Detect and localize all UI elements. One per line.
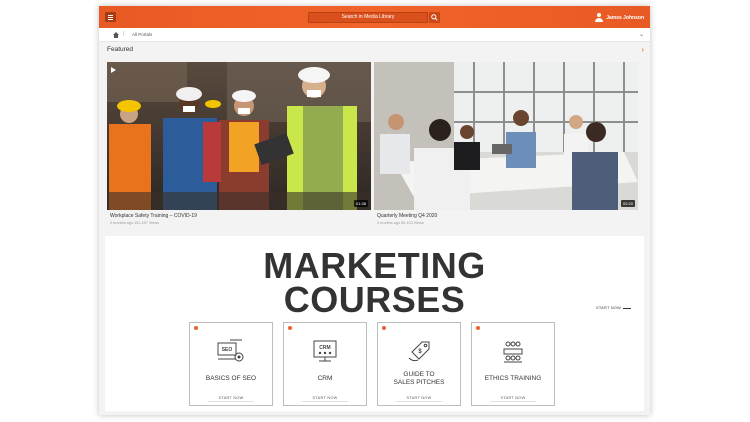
status-dot <box>476 326 480 330</box>
meeting-table-icon <box>503 341 523 363</box>
featured-heading: Featured <box>107 46 134 53</box>
search-icon <box>431 14 438 21</box>
start-now-button[interactable]: START NOW <box>190 396 272 402</box>
chevron-right-icon[interactable]: › <box>641 45 644 54</box>
construction-workers-image <box>107 62 371 210</box>
video-title[interactable]: Quarterly Meeting Q4 2020 <box>377 213 437 219</box>
video-duration: 01:38 <box>353 200 368 207</box>
hamburger-menu-icon[interactable] <box>105 12 116 22</box>
start-now-button[interactable]: START NOW <box>378 396 460 402</box>
price-tag-icon: $ <box>408 341 430 362</box>
status-dot <box>382 326 386 330</box>
seo-gear-icon: SEO <box>217 339 244 362</box>
user-name: James Johnson <box>606 14 644 21</box>
course-title: GUIDE TO <box>403 371 435 378</box>
video-duration: 02:20 <box>620 200 635 207</box>
search-input[interactable]: Search in Media Library <box>308 12 428 23</box>
marketing-courses-section: MARKETING COURSES START NOW SEO BASICS O… <box>105 236 644 411</box>
video-card[interactable]: 02:20 Quarterly Meeting Q4 2020 3 months… <box>374 62 638 228</box>
breadcrumb: | All Portals ⌄ <box>99 28 650 42</box>
home-icon[interactable] <box>113 32 119 38</box>
course-title-line2: SALES PITCHES <box>393 379 445 386</box>
video-meta: 2 months ago 151,457 Views <box>110 221 159 225</box>
video-thumbnail[interactable]: 01:38 <box>107 62 371 210</box>
play-icon[interactable] <box>111 67 116 73</box>
video-title[interactable]: Workplace Safety Training – COVID-19 <box>110 213 197 219</box>
search-button[interactable] <box>429 12 440 23</box>
course-card-sales-pitches[interactable]: $ GUIDE TO SALES PITCHES START NOW <box>377 322 461 406</box>
course-title: CRM <box>317 375 333 382</box>
user-menu[interactable]: James Johnson <box>595 12 644 23</box>
course-card-ethics[interactable]: ETHICS TRAINING START NOW <box>471 322 555 406</box>
svg-text:$: $ <box>418 349 422 355</box>
courses-heading: COURSES <box>283 279 466 320</box>
course-card-seo[interactable]: SEO BASICS OF SEO START NOW <box>189 322 273 406</box>
user-avatar-icon <box>595 13 604 22</box>
video-thumbnail[interactable]: 02:20 <box>374 62 638 210</box>
course-card-crm[interactable]: CRM CRM START NOW <box>283 322 367 406</box>
video-meta: 3 months ago 50,103 Views <box>377 221 424 225</box>
status-dot <box>194 326 198 330</box>
course-title: ETHICS TRAINING <box>484 375 542 382</box>
office-meeting-image <box>374 62 638 210</box>
svg-text:CRM: CRM <box>319 345 330 351</box>
top-bar: Search in Media Library James Johnson <box>99 6 650 28</box>
crm-monitor-icon: CRM <box>313 340 337 362</box>
start-now-link[interactable]: START NOW <box>596 306 631 310</box>
breadcrumb-separator: | <box>123 31 125 37</box>
app-window: Search in Media Library James Johnson | … <box>99 6 650 415</box>
chevron-down-icon[interactable]: ⌄ <box>639 31 644 38</box>
course-title: BASICS OF SEO <box>205 375 257 382</box>
breadcrumb-current[interactable]: All Portals <box>132 32 152 37</box>
start-now-button[interactable]: START NOW <box>472 396 554 402</box>
video-card[interactable]: 01:38 Workplace Safety Training – COVID-… <box>107 62 371 228</box>
svg-text:SEO: SEO <box>222 347 233 353</box>
status-dot <box>288 326 292 330</box>
start-now-button[interactable]: START NOW <box>284 396 366 402</box>
